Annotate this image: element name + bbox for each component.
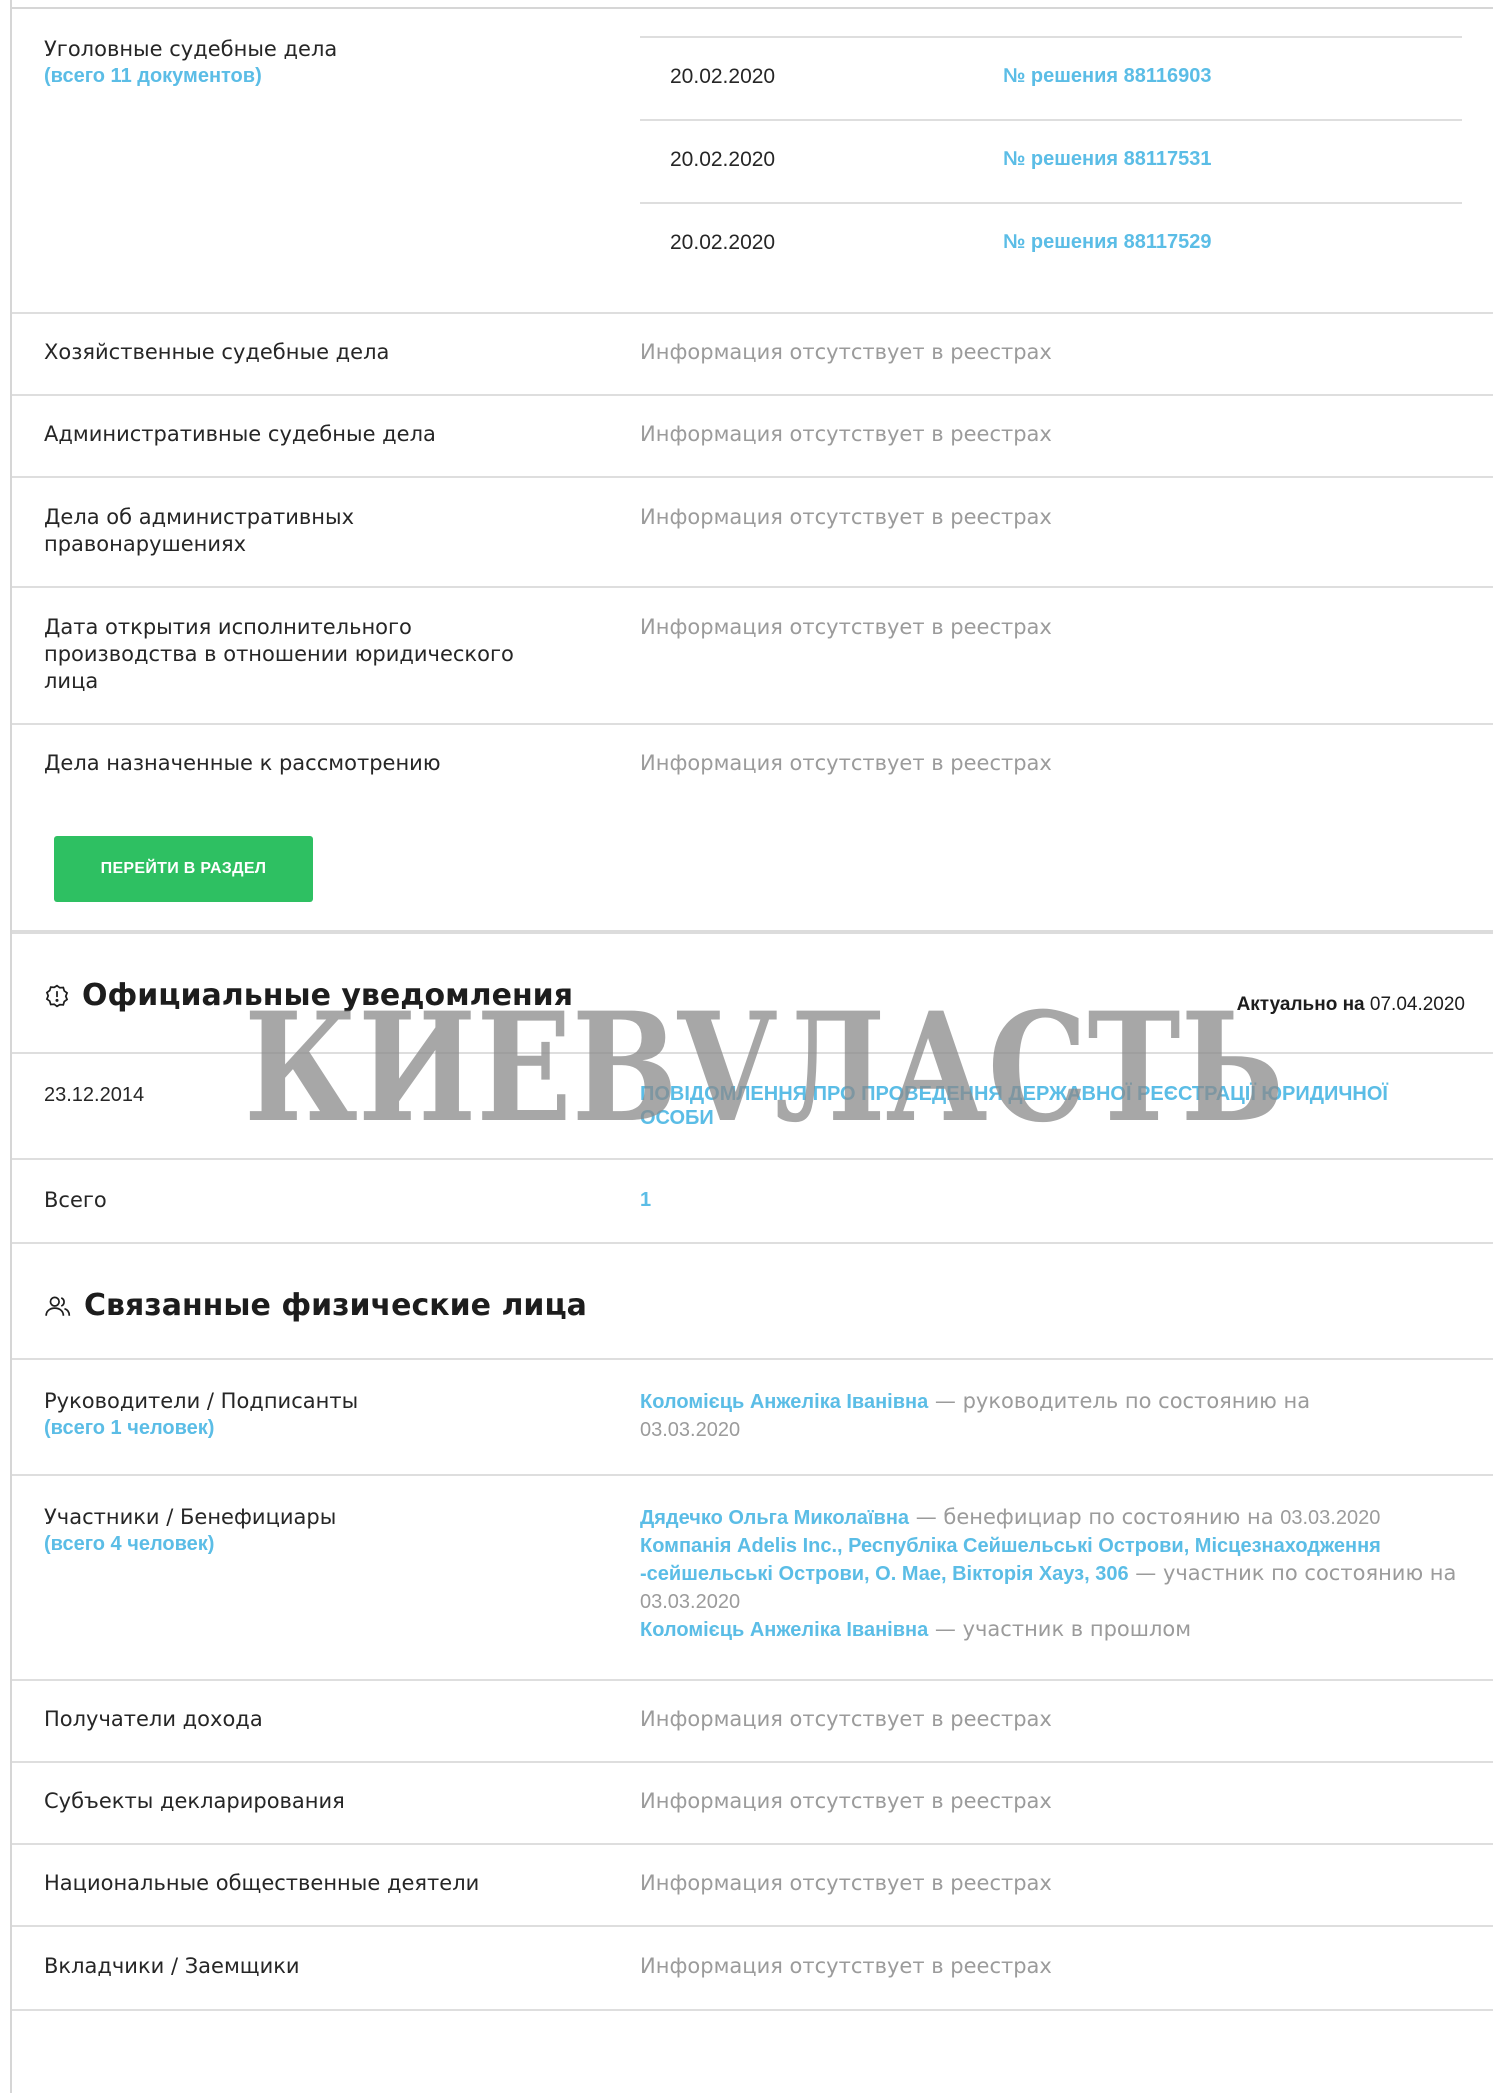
row-value: Информация отсутствует в реестрах xyxy=(640,1954,1052,1978)
row-value: Информация отсутствует в реестрах xyxy=(640,1707,1052,1731)
row-label: Дата открытия исполнительного производст… xyxy=(44,615,514,693)
row-value: Информация отсутствует в реестрах xyxy=(640,1871,1052,1895)
administrative-cases-row: Административные судебные дела Информаци… xyxy=(12,396,1493,478)
participant-line: Компанія Adelis Inc., Республіка Сейшель… xyxy=(640,1532,1460,1616)
row-label: Субъекты декларирования xyxy=(44,1789,345,1813)
decision-date: 20.02.2020 xyxy=(670,148,776,171)
person-date: 03.03.2020 xyxy=(640,1419,741,1441)
participants-label: Участники / Бенефициары (всего 4 человек… xyxy=(44,1504,604,1558)
persons-title: Связанные физические лица xyxy=(44,1288,587,1323)
row-label: Вкладчики / Заемщики xyxy=(44,1954,300,1978)
row-value: Информация отсутствует в реестрах xyxy=(640,505,1052,529)
decision-date: 20.02.2020 xyxy=(670,65,776,88)
persons-title-text: Связанные физические лица xyxy=(84,1288,587,1323)
heads-label-text: Руководители / Подписанты xyxy=(44,1389,359,1413)
criminal-cases-title: Уголовные судебные дела xyxy=(44,37,338,61)
heads-label: Руководители / Подписанты (всего 1 челов… xyxy=(44,1388,604,1442)
row-label: Хозяйственные судебные дела xyxy=(44,340,390,364)
participant-line: Коломієць Анжеліка Іванівна — участник в… xyxy=(640,1616,1460,1644)
heads-row: Руководители / Подписанты (всего 1 челов… xyxy=(12,1360,1493,1476)
person-role: — участник по состоянию на xyxy=(1128,1561,1457,1585)
public-figures-row: Национальные общественные деятели Информ… xyxy=(12,1845,1493,1927)
row-value: Информация отсутствует в реестрах xyxy=(640,751,1052,775)
total-value-link[interactable]: 1 xyxy=(640,1189,651,1212)
participants-row: Участники / Бенефициары (всего 4 человек… xyxy=(12,1476,1493,1681)
heads-count-link[interactable]: (всего 1 человек) xyxy=(44,1415,604,1442)
person-date: 03.03.2020 xyxy=(640,1591,741,1613)
participants-value: Дядечко Ольга Миколаївна — бенефициар по… xyxy=(640,1504,1460,1644)
criminal-cases-label: Уголовные судебные дела (всего 11 докуме… xyxy=(44,36,604,90)
row-label: Административные судебные дела xyxy=(44,422,436,446)
declarants-row: Субъекты декларирования Информация отсут… xyxy=(12,1763,1493,1845)
row-label: Дела назначенные к рассмотрению xyxy=(44,751,441,775)
participant-line: Дядечко Ольга Миколаївна — бенефициар по… xyxy=(640,1504,1460,1532)
person-link[interactable]: Коломієць Анжеліка Іванівна xyxy=(640,1391,928,1413)
commercial-cases-row: Хозяйственные судебные дела Информация о… xyxy=(12,314,1493,396)
notice-row: 23.12.2014 ПОВІДОМЛЕННЯ ПРО ПРОВЕДЕННЯ Д… xyxy=(12,1054,1493,1160)
income-recipients-row: Получатели дохода Информация отсутствует… xyxy=(12,1681,1493,1763)
users-icon xyxy=(45,1296,71,1316)
offense-cases-row: Дела об административных правонарушениях… xyxy=(12,478,1493,588)
decision-row: 20.02.2020 № решения 88117529 xyxy=(640,202,1462,286)
row-value: Информация отсутствует в реестрах xyxy=(640,1789,1052,1813)
criminal-cases-count-link[interactable]: (всего 11 документов) xyxy=(44,63,604,90)
section-divider xyxy=(12,930,1493,934)
person-role: — бенефициар по состоянию на xyxy=(909,1505,1281,1529)
enforcement-row: Дата открытия исполнительного производст… xyxy=(12,588,1493,725)
content-frame: Уголовные судебные дела (всего 11 докуме… xyxy=(10,0,1493,2093)
total-label: Всего xyxy=(44,1188,107,1212)
decision-row: 20.02.2020 № решения 88117531 xyxy=(640,119,1462,203)
heads-value: Коломієць Анжеліка Іванівна — руководите… xyxy=(640,1388,1440,1444)
notice-date: 23.12.2014 xyxy=(44,1084,145,1106)
person-link[interactable]: Дядечко Ольга Миколаївна xyxy=(640,1507,909,1529)
row-label: Национальные общественные деятели xyxy=(44,1871,480,1895)
person-link[interactable]: Коломієць Анжеліка Іванівна xyxy=(640,1619,928,1641)
actual-date: Актуально на 07.04.2020 xyxy=(1237,994,1465,1016)
actual-label: Актуально на xyxy=(1236,994,1365,1015)
row-label: Получатели дохода xyxy=(44,1707,263,1731)
notices-title: Официальные уведомления xyxy=(44,978,573,1013)
decision-link[interactable]: № решения 88116903 xyxy=(1003,65,1211,88)
participants-label-text: Участники / Бенефициары xyxy=(44,1505,337,1529)
depositors-row: Вкладчики / Заемщики Информация отсутств… xyxy=(12,1927,1493,2011)
notice-link[interactable]: ПОВІДОМЛЕННЯ ПРО ПРОВЕДЕННЯ ДЕРЖАВНОЇ РЕ… xyxy=(640,1082,1400,1130)
criminal-cases-row: Уголовные судебные дела (всего 11 докуме… xyxy=(12,9,1493,314)
decision-row: 20.02.2020 № решения 88116903 xyxy=(640,36,1462,120)
go-to-section-button[interactable]: ПЕРЕЙТИ В РАЗДЕЛ xyxy=(54,836,313,902)
participants-count-link[interactable]: (всего 4 человек) xyxy=(44,1531,604,1558)
notices-total-row: Всего 1 xyxy=(12,1160,1493,1244)
person-date: 03.03.2020 xyxy=(1280,1507,1381,1529)
decision-link[interactable]: № решения 88117531 xyxy=(1003,148,1211,171)
alert-badge-icon xyxy=(45,984,69,1007)
decision-link[interactable]: № решения 88117529 xyxy=(1003,231,1211,254)
notices-title-text: Официальные уведомления xyxy=(82,978,573,1013)
row-value: Информация отсутствует в реестрах xyxy=(640,340,1052,364)
row-value: Информация отсутствует в реестрах xyxy=(640,422,1052,446)
row-label: Дела об административных правонарушениях xyxy=(44,505,354,556)
person-role: — руководитель по состоянию на xyxy=(928,1389,1311,1413)
person-role: — участник в прошлом xyxy=(928,1617,1192,1641)
row-value: Информация отсутствует в реестрах xyxy=(640,615,1052,639)
actual-date-value: 07.04.2020 xyxy=(1369,994,1465,1015)
decision-date: 20.02.2020 xyxy=(670,231,776,254)
